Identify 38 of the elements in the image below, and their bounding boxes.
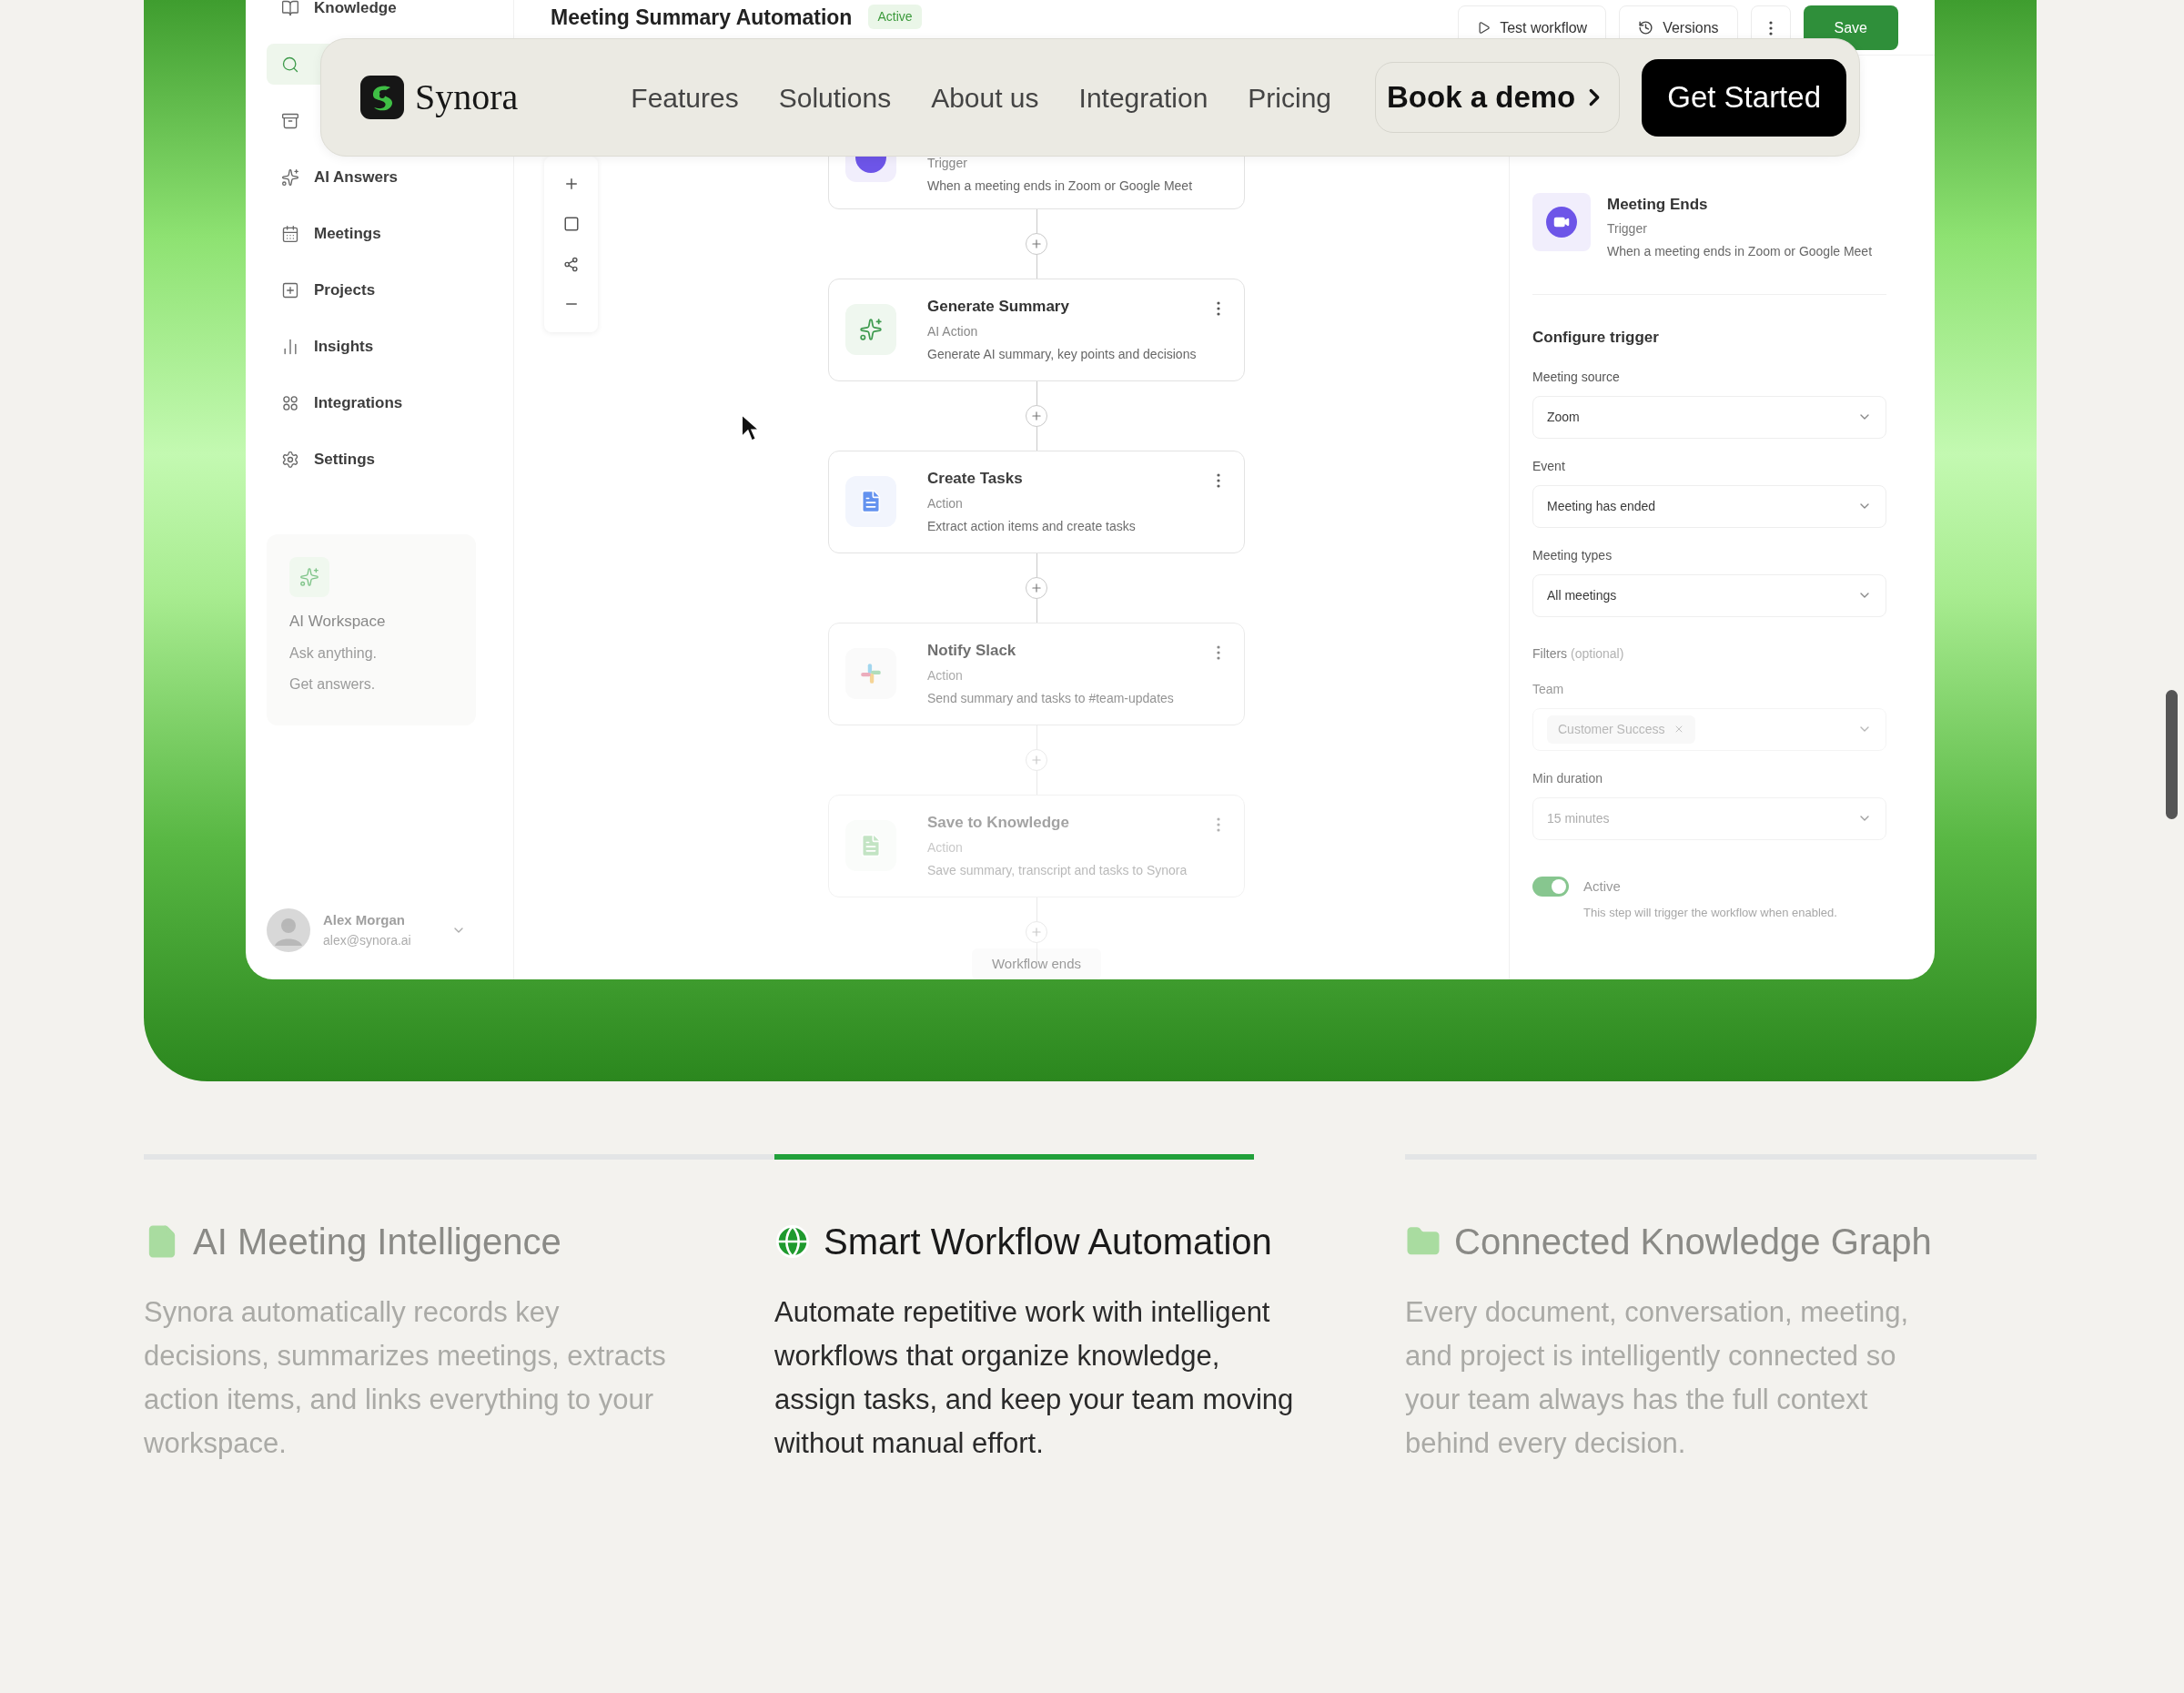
step-description: Send summary and tasks to #team-updates (927, 689, 1174, 707)
step-description: Generate AI summary, key points and decisions (927, 345, 1197, 363)
filters-label: Filters (optional) (1532, 644, 1625, 663)
feature-description: Synora automatically records key decisions, summarizes meetings, extracts action items, and links everything to your workspace. (144, 1295, 667, 1461)
field-label: Meeting types (1532, 546, 1613, 564)
brand-name: Synora (415, 76, 519, 119)
step-description: When a meeting ends in Zoom or Google Meet (927, 177, 1193, 195)
trigger-description: When a meeting ends in Zoom or Google Meet (1607, 243, 1873, 260)
field-label: Meeting source (1532, 368, 1621, 386)
status-badge: Active (868, 5, 922, 29)
section-title: Configure trigger (1532, 328, 1660, 348)
step-type: Action (927, 666, 964, 684)
workspace-text: Ask anything. (289, 644, 379, 663)
step-type: Action (927, 494, 964, 512)
workflow-title: Meeting Summary Automation (551, 5, 853, 31)
workflow-end-label: Workflow ends (971, 948, 1102, 979)
user-name: Alex Morgan (323, 911, 406, 930)
field-label: Min duration (1532, 769, 1604, 787)
feature-description: Automate repetitive work with intelligent workflows that organize knowledge, assign tasks, and keep your team moving without manual effort. (774, 1295, 1295, 1461)
workspace-title: AI Workspace (289, 612, 387, 632)
trigger-title: Meeting Ends (1607, 194, 1709, 215)
user-email: alex@synora.ai (323, 931, 411, 949)
step-title: Generate Summary (927, 297, 1070, 318)
step-type: Trigger (927, 154, 968, 172)
field-label: Team (1532, 680, 1565, 698)
step-title: Save to Knowledge (927, 813, 1070, 834)
workspace-text: Get answers. (289, 674, 377, 694)
step-title: Notify Slack (927, 641, 1017, 662)
step-title: Create Tasks (927, 469, 1024, 490)
step-type: AI Action (927, 322, 979, 340)
step-description: Extract action items and create tasks (927, 517, 1136, 535)
step-description: Save summary, transcript and tasks to Synora (927, 861, 1188, 879)
team-chip: Customer Success (1547, 715, 1696, 744)
trigger-type: Trigger (1607, 220, 1648, 238)
toggle-hint: This step will trigger the workflow when enabled. (1582, 905, 1838, 921)
toggle-label: Active (1583, 877, 1621, 896)
field-label: Event (1532, 457, 1566, 475)
feature-description: Every document, conversation, meeting, and project is intelligently connected so your team always has the full context behind every decision. (1405, 1295, 1910, 1461)
